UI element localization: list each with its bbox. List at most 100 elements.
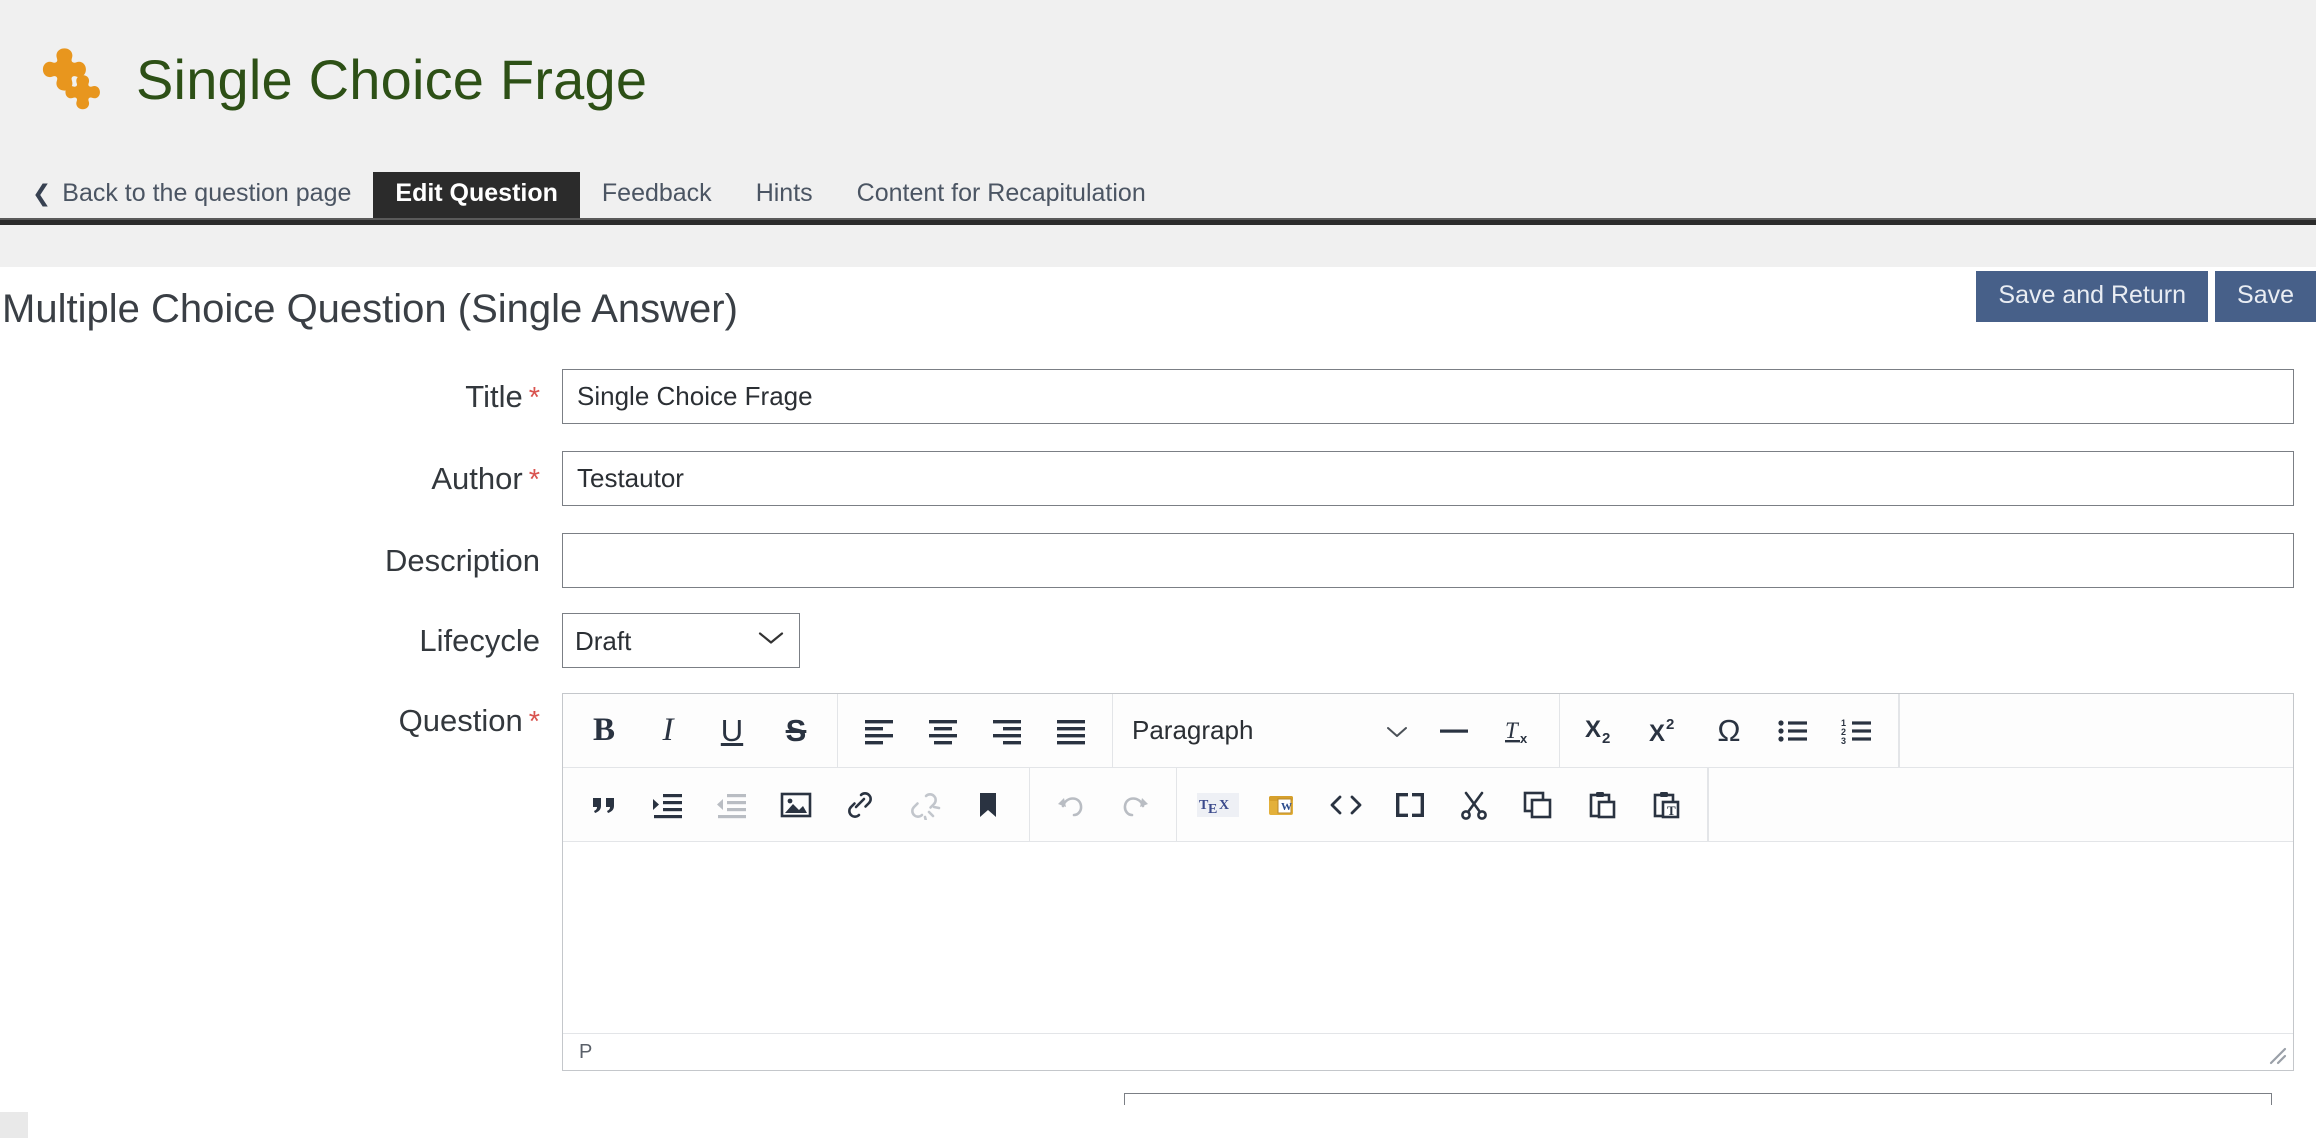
- remove-format-icon[interactable]: T x: [1486, 703, 1550, 759]
- lifecycle-select[interactable]: Draft: [562, 613, 800, 668]
- tab-content-for-recapitulation[interactable]: Content for Recapitulation: [835, 172, 1168, 218]
- question-form: Title* Author* Description Lifecycle Dra…: [0, 351, 2316, 1105]
- question-field-wrap: B I U S Paragraph T x X 2 X 2 Ω 1 2 3 T …: [562, 693, 2316, 1105]
- section-header: Multiple Choice Question (Single Answer)…: [0, 267, 2316, 351]
- special-character-icon[interactable]: Ω: [1697, 703, 1761, 759]
- author-field-wrap: [562, 451, 2316, 506]
- title-label-text: Title: [465, 379, 523, 414]
- paste-from-word-icon[interactable]: W: [1250, 777, 1314, 833]
- tab-label: Feedback: [601, 179, 712, 207]
- paste-as-text-icon[interactable]: T: [1634, 777, 1698, 833]
- toolbar-group-paragraph: Paragraph T x: [1113, 694, 1560, 767]
- author-label-text: Author: [431, 461, 523, 496]
- unlink-icon[interactable]: [892, 777, 956, 833]
- question-label: Question *: [0, 693, 562, 750]
- superscript-icon[interactable]: X 2: [1633, 703, 1697, 759]
- lifecycle-label: Lifecycle: [0, 613, 562, 668]
- description-label: Description: [0, 533, 562, 588]
- description-input[interactable]: [562, 533, 2294, 588]
- horizontal-rule-icon[interactable]: [1422, 703, 1486, 759]
- required-marker: *: [528, 382, 540, 414]
- action-buttons: Save and Return Save: [1976, 271, 2316, 322]
- save-and-return-button[interactable]: Save and Return: [1976, 271, 2209, 322]
- outdent-icon[interactable]: [700, 777, 764, 833]
- undo-icon[interactable]: [1039, 777, 1103, 833]
- title-label: Title *: [0, 369, 562, 426]
- svg-text:x: x: [1520, 731, 1528, 746]
- paragraph-style-select[interactable]: Paragraph: [1122, 703, 1422, 759]
- underline-icon[interactable]: U: [700, 703, 764, 759]
- redo-icon[interactable]: [1103, 777, 1167, 833]
- svg-text:3: 3: [1841, 736, 1846, 746]
- chevron-down-icon: [1386, 715, 1408, 746]
- toolbar-row1-spacer: [1899, 694, 2293, 767]
- toolbar-group-history: [1030, 768, 1177, 841]
- svg-text:X: X: [1219, 798, 1229, 813]
- required-marker: *: [528, 706, 540, 738]
- bold-icon[interactable]: B: [572, 703, 636, 759]
- align-justify-icon[interactable]: [1039, 703, 1103, 759]
- editor-status-bar: P: [563, 1034, 2293, 1070]
- description-label-text: Description: [384, 543, 540, 578]
- back-to-question-page-link[interactable]: ❮ Back to the question page: [26, 172, 373, 218]
- tab-edit-question[interactable]: Edit Question: [373, 172, 580, 218]
- toolbar-group-script-list: X 2 X 2 Ω 1 2 3: [1560, 694, 1899, 767]
- fullscreen-icon[interactable]: [1378, 777, 1442, 833]
- tab-hints[interactable]: Hints: [734, 172, 835, 218]
- form-row-lifecycle: Lifecycle Draft: [0, 613, 2316, 668]
- form-row-title: Title *: [0, 369, 2316, 426]
- toolbar-group-alignment: [838, 694, 1113, 767]
- svg-text:2: 2: [1602, 730, 1610, 747]
- bottom-left-stub: [0, 1112, 28, 1138]
- question-label-text: Question: [398, 703, 523, 738]
- numbered-list-icon[interactable]: 123: [1825, 703, 1889, 759]
- tabbar-spacer: [0, 225, 2316, 267]
- tex-icon[interactable]: TEX: [1186, 777, 1250, 833]
- section-title: Multiple Choice Question (Single Answer): [2, 287, 738, 331]
- svg-text:T: T: [1667, 803, 1676, 818]
- blockquote-icon[interactable]: [572, 777, 636, 833]
- toolbar-row2-spacer: [1708, 768, 2293, 841]
- question-editor-body[interactable]: [563, 842, 2293, 1034]
- cut-icon[interactable]: [1442, 777, 1506, 833]
- editor-resize-grip[interactable]: [2261, 1039, 2287, 1065]
- toolbar-group-tools-clipboard: TEX W T: [1177, 768, 1708, 841]
- save-button[interactable]: Save: [2215, 271, 2316, 322]
- align-left-icon[interactable]: [847, 703, 911, 759]
- tab-label: Hints: [755, 179, 813, 207]
- tabbar-container: ❮ Back to the question page Edit Questio…: [0, 160, 2316, 267]
- source-code-icon[interactable]: [1314, 777, 1378, 833]
- page-title: Single Choice Frage: [136, 48, 648, 111]
- author-label: Author *: [0, 451, 562, 508]
- indent-icon[interactable]: [636, 777, 700, 833]
- insert-link-icon[interactable]: [828, 777, 892, 833]
- page-header: Single Choice Frage: [0, 0, 2316, 160]
- paragraph-style-value: Paragraph: [1132, 715, 1254, 745]
- subscript-icon[interactable]: X 2: [1569, 703, 1633, 759]
- align-right-icon[interactable]: [975, 703, 1039, 759]
- copy-icon[interactable]: [1506, 777, 1570, 833]
- editor-toolbar-row-1: B I U S Paragraph T x X 2 X 2 Ω 1 2 3: [563, 694, 2293, 768]
- italic-icon[interactable]: I: [636, 703, 700, 759]
- align-center-icon[interactable]: [911, 703, 975, 759]
- editor-toolbar-row-2: TEX W T: [563, 768, 2293, 842]
- toolbar-group-inline-format: B I U S: [563, 694, 838, 767]
- next-field-partial: [1124, 1093, 2272, 1105]
- author-input[interactable]: [562, 451, 2294, 506]
- title-input[interactable]: [562, 369, 2294, 424]
- insert-image-icon[interactable]: [764, 777, 828, 833]
- anchor-icon[interactable]: [956, 777, 1020, 833]
- rich-text-editor: B I U S Paragraph T x X 2 X 2 Ω 1 2 3 T …: [562, 693, 2294, 1071]
- tab-feedback[interactable]: Feedback: [580, 172, 734, 218]
- tab-label: Edit Question: [395, 179, 558, 207]
- editor-element-path: P: [579, 1040, 593, 1063]
- tabbar-divider: [0, 218, 2316, 225]
- paste-icon[interactable]: [1570, 777, 1634, 833]
- svg-text:W: W: [1281, 801, 1292, 813]
- form-row-question: Question * B I U S Paragraph T x X 2 X 2…: [0, 693, 2316, 1105]
- svg-text:T: T: [1505, 718, 1520, 743]
- bulleted-list-icon[interactable]: [1761, 703, 1825, 759]
- strikethrough-icon[interactable]: S: [764, 703, 828, 759]
- chevron-left-icon: ❮: [32, 180, 52, 206]
- tab-label: Content for Recapitulation: [856, 179, 1146, 207]
